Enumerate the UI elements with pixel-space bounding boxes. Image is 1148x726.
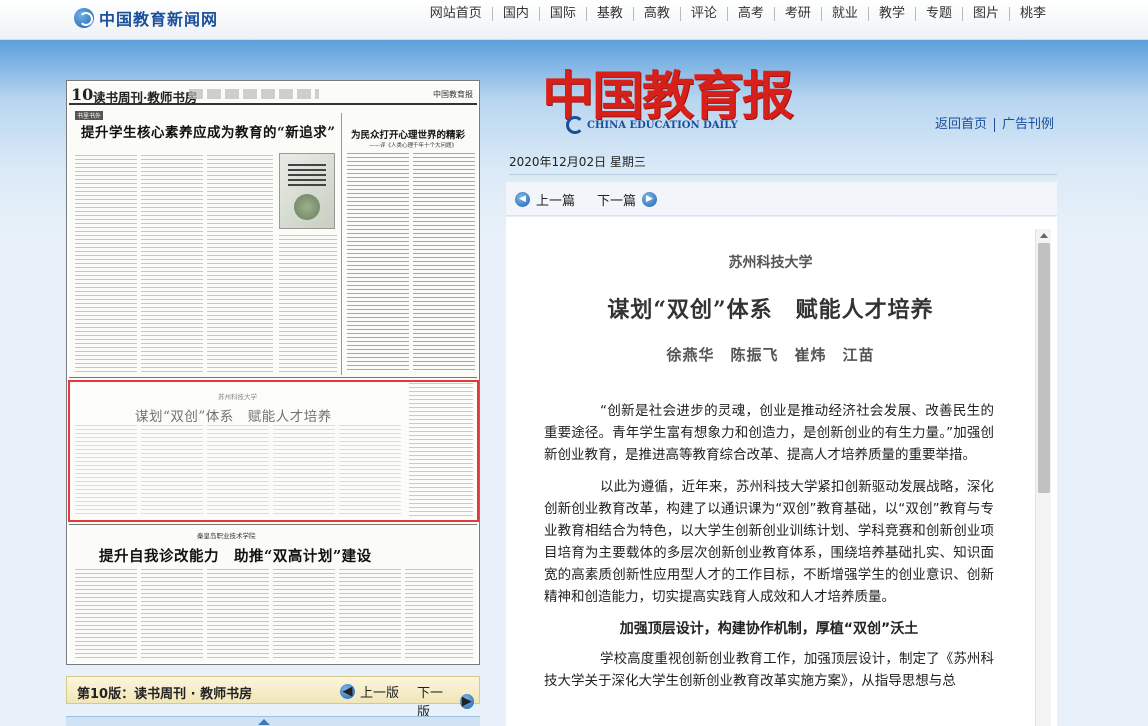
masthead-subtitle: CHINA EDUCATION DAILY (566, 116, 738, 134)
section-rule (69, 524, 477, 525)
issue-date: 2020年12月02日 星期三 (509, 155, 646, 169)
page-header: 10 读书周刊·教师书房 中国教育报 (69, 83, 477, 105)
nav-item-teaching[interactable]: 教学 (869, 7, 916, 21)
top-bar: 中国教育新闻网 网站首页 国内 国际 基教 高教 评论 高考 考研 就业 教学 … (0, 0, 1148, 40)
top-nav: 网站首页 国内 国际 基教 高教 评论 高考 考研 就业 教学 专题 图片 桃李 (420, 7, 1056, 21)
current-article-highlight[interactable] (68, 380, 479, 522)
next-page-label: 下一版 (417, 686, 444, 720)
article-title: 谋划“双创”体系 赋能人才培养 (607, 297, 934, 323)
nav-item-jobs[interactable]: 就业 (822, 7, 869, 21)
nav-item-comment[interactable]: 评论 (681, 7, 728, 21)
nav-item-higher-edu[interactable]: 高教 (634, 7, 681, 21)
site-logo-text: 中国教育新闻网 (99, 10, 219, 29)
arrow-left-icon: ◀ (340, 684, 355, 699)
newspaper-page-image: 10 读书周刊·教师书房 中国教育报 书里书外 提升学生核心素养应成为教育的“新… (69, 83, 477, 662)
article2-subtitle: ——评《人类心理千年十个大问题》 (369, 143, 458, 149)
scrollbar-thumb[interactable] (1038, 243, 1050, 493)
page-name: 读书周刊·教师书房 (93, 90, 198, 105)
masthead-subtitle-en: CHINA EDUCATION DAILY (587, 119, 738, 131)
article2-text-column (413, 153, 475, 373)
column-divider (341, 113, 342, 375)
nav-item-international[interactable]: 国际 (540, 7, 587, 21)
page-footer-label: 第10版：读书周刊 · 教师书房 (77, 687, 253, 702)
article4-text-column (339, 569, 401, 659)
nav-item-domestic[interactable]: 国内 (493, 7, 540, 21)
section-rule (69, 377, 477, 378)
arrow-right-icon: ▶ (642, 192, 658, 207)
back-home-link[interactable]: 返回首页 (935, 118, 996, 132)
article4-text-column (141, 569, 203, 659)
nav-item-kaoyan[interactable]: 考研 (775, 7, 822, 21)
arrow-left-icon: ◀ (515, 192, 530, 207)
page-editor-line (189, 89, 319, 99)
page-footer-bar: 第10版：读书周刊 · 教师书房 ◀ 上一版 下一版 ▶ (66, 676, 480, 720)
article1-text-column (279, 235, 337, 373)
article-authors: 徐燕华 陈振飞 崔炜 江苗 (666, 346, 875, 364)
scroll-up-icon[interactable] (1040, 233, 1048, 238)
article1-text-column (75, 155, 137, 373)
nav-item-topics[interactable]: 专题 (916, 7, 963, 21)
nav-item-taoli[interactable]: 桃李 (1010, 7, 1056, 21)
article4-title[interactable]: 提升自我诊改能力 助推“双高计划”建设 (99, 545, 372, 566)
prev-article-button[interactable]: ◀ 上一篇 (515, 190, 575, 209)
article1-text-column (141, 155, 203, 373)
page-selector-strip[interactable] (66, 716, 480, 726)
page-masthead-small: 中国教育报 (433, 90, 473, 99)
article4-kicker: 秦皇岛职业技术学院 (197, 532, 256, 540)
article-body: “创新是社会进步的灵魂，创业是推动经济社会发展、改善民生的重要途径。青年学生富有… (544, 400, 994, 702)
nav-item-gaokao[interactable]: 高考 (728, 7, 775, 21)
nav-item-basic-edu[interactable]: 基教 (587, 7, 634, 21)
article-paragraph: 以此为遵循，近年来，苏州科技大学紧扣创新驱动发展战略，深化创新创业教育改革，构建… (544, 479, 994, 605)
article2-text-column (347, 153, 409, 373)
next-article-label: 下一篇 (597, 194, 637, 209)
scroll-up-icon[interactable] (258, 719, 270, 725)
next-article-button[interactable]: 下一篇 ▶ (597, 190, 658, 209)
prev-article-label: 上一篇 (536, 194, 576, 209)
site-logo[interactable]: 中国教育新闻网 (74, 6, 218, 30)
article-scrollbar[interactable] (1035, 229, 1051, 726)
article2-title[interactable]: 为民众打开心理世界的精彩 (351, 127, 465, 141)
newspaper-page[interactable]: 10 读书周刊·教师书房 中国教育报 书里书外 提升学生核心素养应成为教育的“新… (66, 80, 480, 665)
prev-page-button[interactable]: ◀ 上一版 (335, 682, 399, 701)
article1-text-column (207, 155, 273, 373)
article-section-heading: 加强顶层设计，构建协作机制，厚植“双创”沃土 (619, 621, 919, 637)
masthead-links: 返回首页 广告刊例 (935, 118, 1061, 132)
article4-text-column (207, 569, 269, 659)
prev-page-label: 上一版 (360, 686, 400, 701)
article-nav: ◀ 上一篇 下一篇 ▶ (506, 182, 1057, 216)
logo-globe-icon (74, 8, 94, 28)
arrow-right-icon: ▶ (459, 693, 474, 709)
article4-text-column (273, 569, 335, 659)
masthead-logo-icon (566, 116, 584, 134)
article1-kicker: 书里书外 (75, 111, 104, 120)
article1-title[interactable]: 提升学生核心素养应成为教育的“新追求” (81, 121, 336, 141)
nav-item-pictures[interactable]: 图片 (963, 7, 1010, 21)
article-paragraph: “创新是社会进步的灵魂，创业是推动经济社会发展、改善民生的重要途径。青年学生富有… (544, 403, 994, 463)
page-number: 10 (71, 85, 94, 104)
article4-text-column (405, 569, 473, 659)
article4-text-column (75, 569, 137, 659)
nav-item-home[interactable]: 网站首页 (420, 7, 493, 21)
article-content: 苏州科技大学 谋划“双创”体系 赋能人才培养 徐燕华 陈振飞 崔炜 江苗 “创新… (506, 217, 1057, 726)
article-paragraph: 学校高度重视创新创业教育工作，加强顶层设计，制定了《苏州科技大学关于深化大学生创… (544, 651, 994, 689)
next-page-button[interactable]: 下一版 ▶ (417, 682, 479, 720)
divider (509, 174, 1057, 175)
book-cover-image (279, 153, 335, 229)
article-school: 苏州科技大学 (728, 255, 813, 271)
ad-rates-link[interactable]: 广告刊例 (995, 118, 1061, 132)
